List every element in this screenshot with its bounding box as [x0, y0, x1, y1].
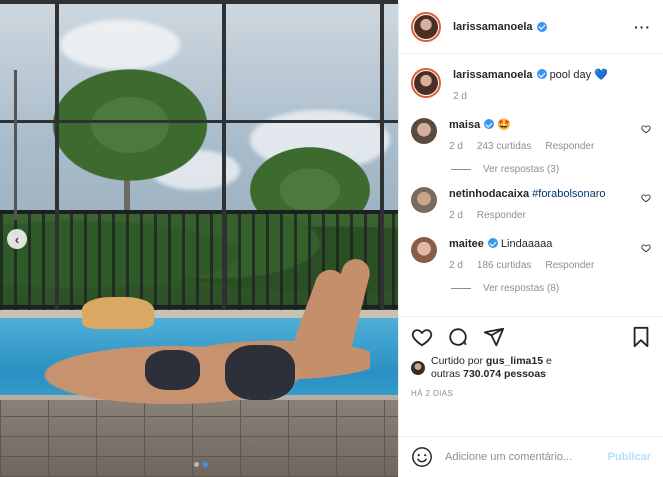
comment-time: 2 d — [449, 260, 463, 271]
comment-bubble-icon[interactable] — [447, 326, 469, 348]
view-replies-label: Ver respostas (8) — [483, 283, 560, 294]
lamp-post — [14, 70, 17, 220]
post-side-panel: larissamanoela ··· larissamanoela pool d… — [398, 0, 663, 477]
cap — [82, 297, 154, 329]
enclosure-bar — [55, 0, 59, 310]
caption-text: pool day — [549, 69, 592, 81]
likes-summary: Curtido por gus_lima15 e outras 730.074 … — [411, 355, 651, 381]
fence-rail — [0, 210, 398, 214]
liker-username[interactable]: gus_lima15 — [486, 355, 543, 367]
likes-joiner: e — [546, 355, 552, 367]
carousel-prev-button[interactable]: ‹ — [7, 229, 27, 249]
heart-icon[interactable] — [641, 193, 651, 203]
post-photo[interactable]: ‹ — [0, 0, 398, 477]
comment-time: 2 d — [449, 210, 463, 221]
likes-count[interactable]: 730.074 pessoas — [463, 368, 546, 380]
view-replies-button[interactable]: Ver respostas (8) — [451, 283, 651, 294]
avatar[interactable] — [411, 187, 437, 213]
more-horizontal-icon[interactable]: ··· — [634, 19, 651, 35]
publish-button[interactable]: Publicar — [608, 451, 651, 463]
caption-username[interactable]: larissamanoela — [453, 69, 533, 81]
comment-username[interactable]: maisa — [449, 119, 480, 131]
comment-likes[interactable]: 243 curtidas — [477, 140, 531, 154]
carousel-dot-active — [203, 462, 208, 467]
header-username[interactable]: larissamanoela — [453, 21, 533, 33]
reply-button[interactable]: Responder — [545, 259, 594, 273]
likes-others-prefix: outras — [431, 368, 461, 380]
carousel-dots — [194, 462, 208, 467]
comment-text: 🤩 — [497, 119, 511, 131]
enclosure-bar — [0, 0, 398, 4]
enclosure-bar — [0, 120, 398, 123]
comment-item: maisa 🤩 2 d 243 curtidas Responder — [411, 118, 651, 154]
post-header: larissamanoela ··· — [399, 0, 663, 54]
heart-icon[interactable] — [641, 243, 651, 253]
avatar[interactable] — [411, 118, 437, 144]
view-replies-button[interactable]: Ver respostas (3) — [451, 164, 651, 175]
comment-username[interactable]: maitee — [449, 238, 484, 250]
emoji-smiley-icon[interactable] — [411, 446, 433, 468]
like-heart-icon[interactable] — [411, 326, 433, 348]
heart-icon[interactable] — [641, 124, 651, 134]
verified-badge-icon — [536, 69, 547, 79]
view-replies-label: Ver respostas (3) — [483, 164, 560, 175]
reply-button[interactable]: Responder — [477, 209, 526, 223]
comment-time: 2 d — [449, 141, 463, 152]
share-paper-plane-icon[interactable] — [483, 326, 505, 348]
comment-likes[interactable]: 186 curtidas — [477, 259, 531, 273]
avatar[interactable] — [411, 68, 441, 98]
enclosure-bar — [222, 0, 226, 310]
bikini-top — [145, 350, 200, 390]
bikini-bottom — [225, 345, 295, 400]
chevron-left-icon: ‹ — [14, 231, 20, 247]
comment-username[interactable]: netinhodacaixa — [449, 188, 529, 200]
post-caption: larissamanoela pool day 💙 2 d — [411, 68, 651, 104]
reply-button[interactable]: Responder — [545, 140, 594, 154]
enclosure-bar — [380, 0, 384, 310]
post-time[interactable]: HÁ 2 DIAS — [411, 389, 651, 398]
likes-prefix: Curtido por — [431, 355, 483, 367]
palm-leaves — [40, 60, 220, 190]
hashtag-link[interactable]: #forabolsonaro — [532, 188, 605, 200]
verified-badge-icon — [487, 238, 498, 248]
comment-text: Lindaaaaa — [500, 238, 553, 250]
liker-avatar[interactable] — [411, 361, 425, 375]
bookmark-icon[interactable] — [631, 326, 651, 348]
comment-item: maitee Lindaaaaa 2 d 186 curtidas Respon… — [411, 237, 651, 273]
post-modal: ‹ larissamanoela ··· larissamanoela pool… — [0, 0, 663, 477]
carousel-dot — [194, 462, 199, 467]
comment-input[interactable] — [445, 451, 608, 463]
avatar[interactable] — [411, 11, 441, 42]
avatar[interactable] — [411, 237, 437, 263]
verified-badge-icon — [536, 21, 547, 32]
blue-heart-emoji: 💙 — [594, 69, 608, 81]
caption-time: 2 d — [453, 91, 467, 102]
comments-list: larissamanoela pool day 💙 2 d maisa 🤩 2 … — [399, 54, 663, 316]
add-comment-bar: Publicar — [399, 436, 663, 477]
comment-item: netinhodacaixa #forabolsonaro 2 d Respon… — [411, 187, 651, 223]
verified-badge-icon — [484, 119, 495, 129]
post-actions: Curtido por gus_lima15 e outras 730.074 … — [399, 316, 663, 436]
